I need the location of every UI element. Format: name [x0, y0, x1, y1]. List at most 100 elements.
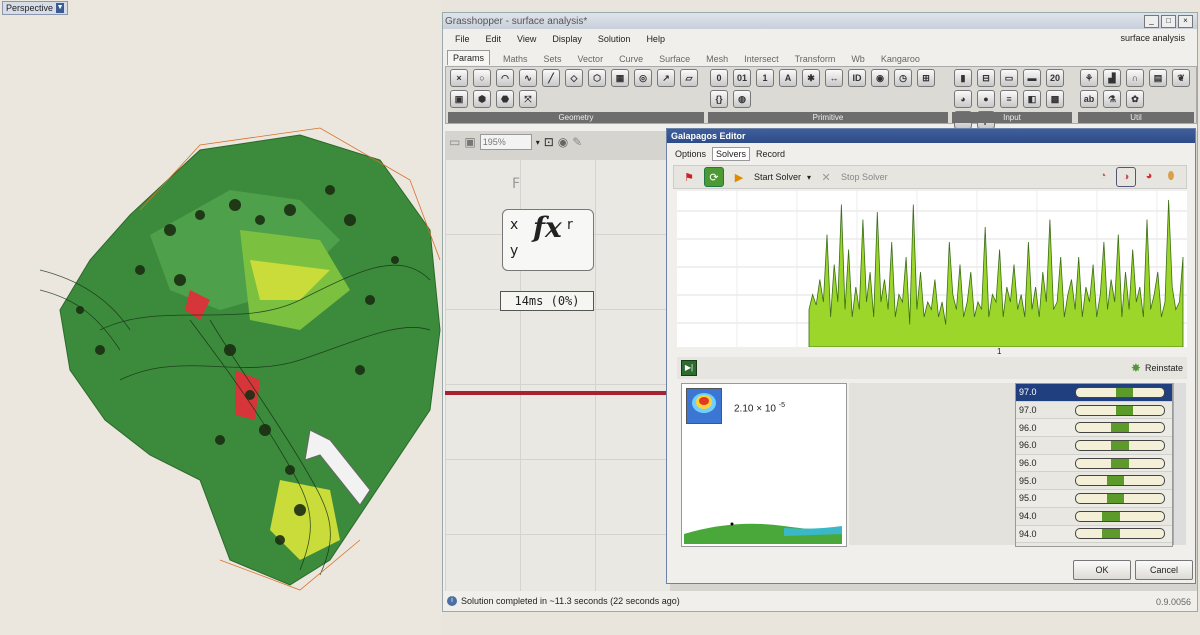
- canvas-grid[interactable]: F x y fx r 14ms (0%): [445, 159, 670, 591]
- genome-row[interactable]: 96.0: [1016, 454, 1172, 473]
- magnet-icon[interactable]: ∩: [1126, 69, 1144, 87]
- number-param-icon[interactable]: 1: [756, 69, 774, 87]
- chart-icon[interactable]: ▟: [1103, 69, 1121, 87]
- matrix-param-icon[interactable]: ⊞: [917, 69, 935, 87]
- geometry-param-icon[interactable]: ⬢: [473, 90, 491, 108]
- tab-mesh[interactable]: Mesh: [703, 53, 731, 65]
- menu-help[interactable]: Help: [646, 34, 665, 44]
- boolean-param-icon[interactable]: 01: [733, 69, 751, 87]
- reinstate-button[interactable]: ✸ Reinstate: [1131, 361, 1183, 375]
- menu-file[interactable]: File: [455, 34, 470, 44]
- genome-scrollbar[interactable]: [1173, 383, 1186, 545]
- transform-param-icon[interactable]: ⤧: [519, 90, 537, 108]
- menu-solution[interactable]: Solution: [598, 34, 631, 44]
- colour-wheel-icon[interactable]: ◕: [954, 90, 972, 108]
- genome-list[interactable]: 97.0 97.0 96.0 96.0 96.0 95.0 95.0 94.0 94.0: [1015, 383, 1173, 547]
- skip-icon[interactable]: ▶|: [681, 360, 697, 376]
- refresh-icon[interactable]: ⟳: [704, 167, 724, 187]
- sketch-icon[interactable]: ✎: [572, 135, 582, 149]
- field-param-icon[interactable]: ◎: [634, 69, 652, 87]
- tab-intersect[interactable]: Intersect: [741, 53, 782, 65]
- tab-kangaroo[interactable]: Kangaroo: [878, 53, 923, 65]
- window-titlebar[interactable]: Grasshopper - surface analysis*: [443, 13, 1197, 29]
- tab-params[interactable]: Params: [447, 50, 491, 65]
- integer-param-icon[interactable]: 0: [710, 69, 728, 87]
- save-icon[interactable]: ▣: [464, 135, 475, 149]
- path-param-icon[interactable]: {}: [710, 90, 728, 108]
- zoom-field[interactable]: 195%: [479, 134, 532, 150]
- start-solver-button[interactable]: Start Solver: [754, 172, 801, 182]
- tab-vector[interactable]: Vector: [575, 53, 607, 65]
- galapagos-title[interactable]: Galapagos Editor: [667, 129, 1195, 143]
- genome-row[interactable]: 97.0: [1016, 402, 1172, 420]
- brep-param-icon[interactable]: ⬡: [588, 69, 606, 87]
- surface-param-icon[interactable]: ◇: [565, 69, 583, 87]
- tab-transform[interactable]: Transform: [792, 53, 839, 65]
- text-tag-icon[interactable]: ab: [1080, 90, 1098, 108]
- menu-display[interactable]: Display: [552, 34, 582, 44]
- cluster-icon[interactable]: ✿: [1126, 90, 1144, 108]
- point-param-icon[interactable]: ×: [450, 69, 468, 87]
- circle-param-icon[interactable]: ○: [473, 69, 491, 87]
- menu-view[interactable]: View: [517, 34, 536, 44]
- domain-param-icon[interactable]: ↔: [825, 69, 843, 87]
- vector-param-icon[interactable]: ↗: [657, 69, 675, 87]
- cancel-button[interactable]: Cancel: [1135, 560, 1193, 580]
- slider-icon[interactable]: ⊟: [977, 69, 995, 87]
- stop-solver-button[interactable]: Stop Solver: [841, 172, 888, 182]
- open-file-icon[interactable]: ▭: [449, 135, 460, 149]
- solution-preview[interactable]: 2.10 × 10 -5: [681, 383, 847, 547]
- tab-curve[interactable]: Curve: [616, 53, 646, 65]
- toggle-icon[interactable]: ▮: [954, 69, 972, 87]
- zoom-dropdown-icon[interactable]: ▾: [536, 138, 540, 147]
- tab-wb[interactable]: Wb: [848, 53, 868, 65]
- mesh-param-icon[interactable]: ▦: [611, 69, 629, 87]
- tab-options[interactable]: Options: [671, 147, 710, 161]
- panel-icon[interactable]: ▭: [1000, 69, 1018, 87]
- image-sampler-icon[interactable]: ▩: [1046, 90, 1064, 108]
- preview-eye-icon[interactable]: ◉: [558, 135, 568, 149]
- time-param-icon[interactable]: ◷: [894, 69, 912, 87]
- ok-button[interactable]: OK: [1073, 560, 1131, 580]
- runner-icon[interactable]: ⚑: [680, 168, 698, 186]
- play-icon[interactable]: ▶: [730, 168, 748, 186]
- id-param-icon[interactable]: ID: [848, 69, 866, 87]
- rhino-viewport[interactable]: Perspective ▼: [0, 0, 442, 635]
- complex-param-icon[interactable]: ✱: [802, 69, 820, 87]
- curve-param-icon[interactable]: ∿: [519, 69, 537, 87]
- close-button[interactable]: ×: [1178, 15, 1193, 28]
- box-param-icon[interactable]: ▣: [450, 90, 468, 108]
- maximize-button[interactable]: □: [1161, 15, 1176, 28]
- genome-row[interactable]: 96.0: [1016, 419, 1172, 438]
- genome-row[interactable]: 94.0: [1016, 508, 1172, 526]
- genome-row[interactable]: 95.0: [1016, 472, 1172, 491]
- stop-icon[interactable]: ✕: [817, 168, 835, 186]
- genome-row[interactable]: 95.0: [1016, 490, 1172, 508]
- fruit-icon[interactable]: ❦: [1172, 69, 1190, 87]
- galapagos-editor[interactable]: Galapagos Editor Options Solvers Record …: [666, 128, 1196, 584]
- line-param-icon[interactable]: ╱: [542, 69, 560, 87]
- genome-row[interactable]: 94.0: [1016, 525, 1172, 544]
- tab-record[interactable]: Record: [752, 147, 789, 161]
- minimize-button[interactable]: _: [1144, 15, 1159, 28]
- plane-param-icon[interactable]: ▱: [680, 69, 698, 87]
- start-dropdown-icon[interactable]: ▾: [807, 173, 811, 182]
- menu-edit[interactable]: Edit: [486, 34, 502, 44]
- genome-row[interactable]: 97.0: [1016, 384, 1172, 402]
- gauge-fast-icon[interactable]: ◕: [1140, 167, 1158, 185]
- shader-param-icon[interactable]: ◍: [733, 90, 751, 108]
- tab-sets[interactable]: Sets: [541, 53, 565, 65]
- galapagos-icon[interactable]: ⚘: [1080, 69, 1098, 87]
- egg-icon[interactable]: ⬮: [1162, 167, 1180, 185]
- button-icon[interactable]: ●: [977, 90, 995, 108]
- genome-row[interactable]: 96.0: [1016, 437, 1172, 455]
- group-param-icon[interactable]: ⬣: [496, 90, 514, 108]
- arc-param-icon[interactable]: ◠: [496, 69, 514, 87]
- swatch-icon[interactable]: ◧: [1023, 90, 1041, 108]
- list-icon[interactable]: ≡: [1000, 90, 1018, 108]
- legend-icon[interactable]: ▤: [1149, 69, 1167, 87]
- tab-solvers[interactable]: Solvers: [712, 147, 751, 161]
- gauge-medium-icon[interactable]: ◑: [1116, 167, 1136, 187]
- flask-icon[interactable]: ⚗: [1103, 90, 1121, 108]
- tab-surface[interactable]: Surface: [656, 53, 693, 65]
